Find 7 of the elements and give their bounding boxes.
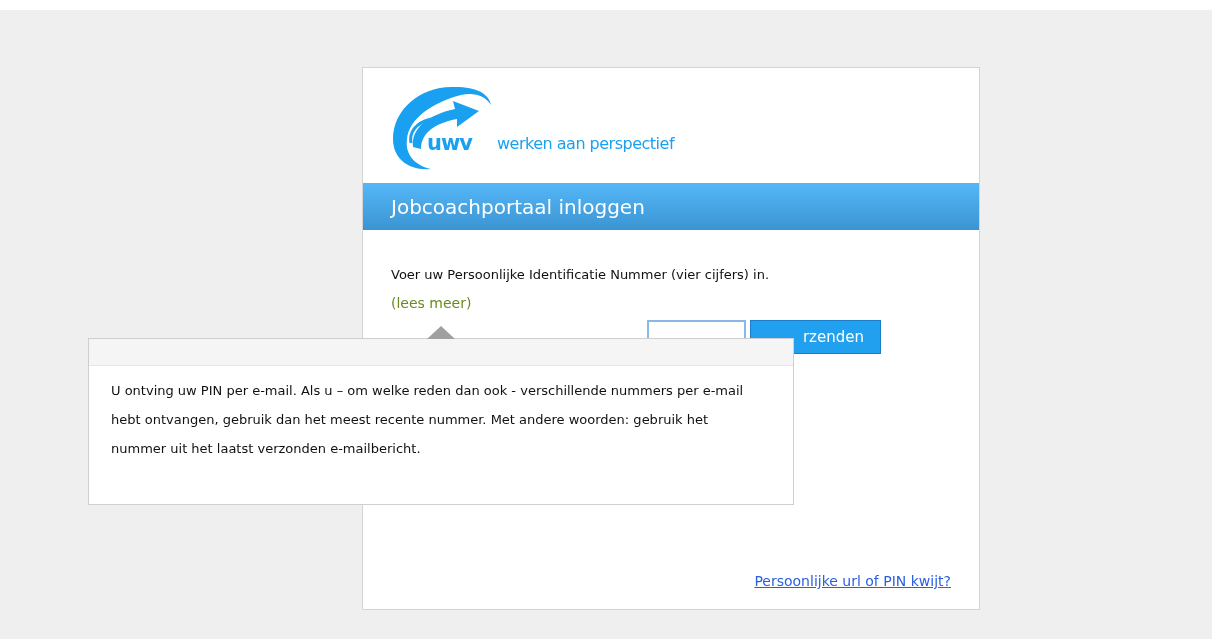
logo-wordmark: uwv bbox=[427, 131, 474, 155]
logo-tagline: werken aan perspectief bbox=[497, 134, 674, 155]
read-more-link[interactable]: (lees meer) bbox=[391, 289, 472, 318]
page-title: Jobcoachportaal inloggen bbox=[391, 194, 645, 219]
tooltip-text: U ontving uw PIN per e-mail. Als u – om welke reden dan ook - verschillende nummers per e-mail hebt ontvangen, gebruik dan het meest recente nummer. Met andere woorden: gebruik het nummer uit het laatst verzonden e-mailbericht. bbox=[110, 382, 745, 458]
forgot-link[interactable]: Persoonlijke url of PIN kwijt? bbox=[754, 573, 951, 589]
instruction-text: Voer uw Persoonlijke Identificatie Nummer (vier cijfers) in. bbox=[391, 266, 771, 284]
